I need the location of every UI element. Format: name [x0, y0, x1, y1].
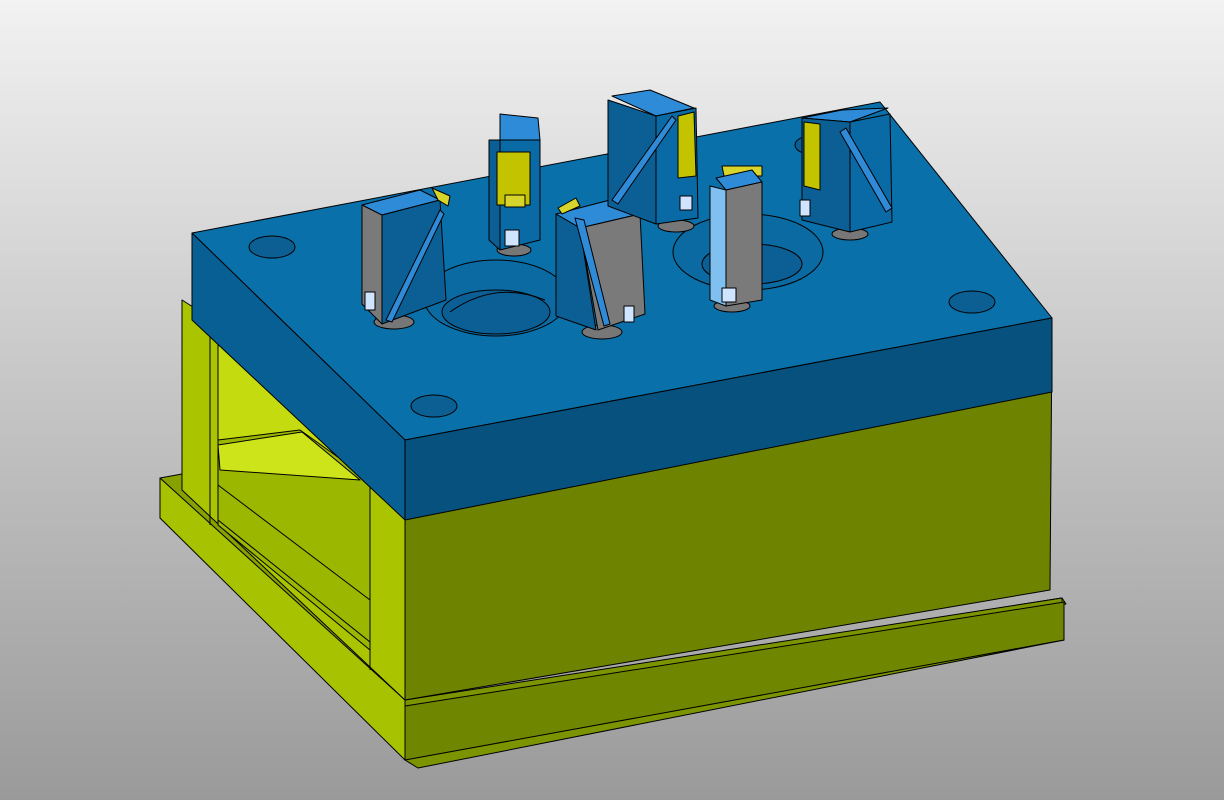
cad-viewport[interactable]	[0, 0, 1224, 800]
mold-assembly-3d-view[interactable]	[0, 0, 1224, 800]
slider-insert[interactable]	[799, 107, 893, 241]
bolt-hole	[948, 290, 996, 314]
slider-insert[interactable]	[709, 165, 763, 313]
bolt-hole	[410, 394, 458, 418]
bolt-hole	[248, 235, 296, 259]
slider-insert[interactable]	[555, 197, 646, 340]
slider-insert[interactable]	[607, 89, 699, 233]
slider-insert[interactable]	[488, 113, 541, 257]
